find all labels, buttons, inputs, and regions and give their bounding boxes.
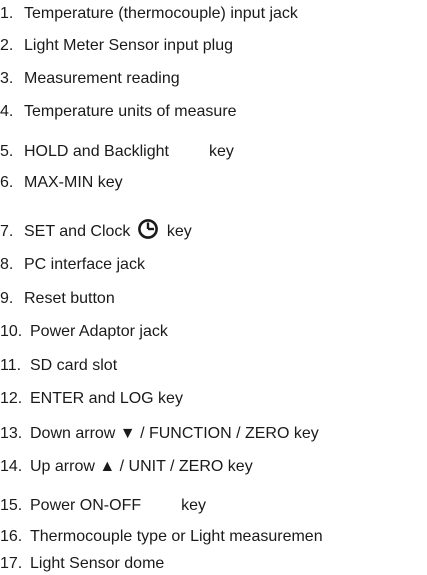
item-number: 14.: [0, 458, 23, 475]
item-text: PC interface jack: [24, 256, 145, 273]
legend-item-1: 1. Temperature (thermocouple) input jack: [0, 5, 298, 25]
item-suffix: key: [181, 497, 207, 514]
item-number: 5.: [0, 143, 14, 160]
item-text: Reset button: [24, 290, 115, 307]
legend-item-2: 2. Light Meter Sensor input plug: [0, 37, 233, 57]
item-number: 3.: [0, 70, 14, 87]
legend-item-11: 11. SD card slot: [0, 357, 117, 377]
item-text: Power Adaptor jack: [30, 323, 168, 340]
legend-item-9: 9. Reset button: [0, 290, 115, 310]
item-text: Light Meter Sensor input plug: [24, 37, 234, 54]
item-text: Light Sensor dome: [30, 555, 165, 572]
item-number: 4.: [0, 103, 14, 120]
legend-item-17: 17. Light Sensor dome: [0, 555, 164, 575]
legend-item-16: 16. Thermocouple type or Light measuremen: [0, 528, 323, 548]
item-text: Up arrow ▲ / UNIT / ZERO key: [30, 458, 253, 475]
item-text: SD card slot: [30, 357, 118, 374]
legend-item-3: 3. Measurement reading: [0, 70, 180, 90]
legend-item-15: 15. Power ON-OFF key: [0, 497, 206, 517]
item-text: HOLD and Backlight: [24, 143, 169, 160]
item-number: 9.: [0, 290, 14, 307]
item-text: Down arrow ▼ / FUNCTION / ZERO key: [30, 425, 319, 442]
item-text: Temperature (thermocouple) input jack: [24, 5, 298, 22]
legend-item-5: 5. HOLD and Backlight key: [0, 143, 234, 163]
legend-item-7: 7. SET and Clock key: [0, 218, 192, 240]
item-number: 16.: [0, 528, 23, 545]
item-text: Temperature units of measure: [24, 103, 237, 120]
legend-item-13: 13. Down arrow ▼ / FUNCTION / ZERO key: [0, 425, 319, 445]
item-text: Power ON-OFF: [30, 497, 142, 514]
item-text: Measurement reading: [24, 70, 180, 87]
item-number: 8.: [0, 256, 14, 273]
legend-item-10: 10. Power Adaptor jack: [0, 323, 168, 343]
item-number: 13.: [0, 425, 23, 442]
item-text: ENTER and LOG key: [30, 390, 183, 407]
item-number: 6.: [0, 174, 14, 191]
item-suffix: key: [166, 223, 192, 240]
item-number: 7.: [0, 223, 14, 240]
item-number: 12.: [0, 390, 23, 407]
legend-item-4: 4. Temperature units of measure: [0, 103, 237, 123]
item-text: Thermocouple type or Light measuremen: [30, 528, 323, 545]
legend-item-8: 8. PC interface jack: [0, 256, 145, 276]
item-number: 10.: [0, 323, 23, 340]
item-number: 15.: [0, 497, 23, 514]
legend-item-14: 14. Up arrow ▲ / UNIT / ZERO key: [0, 458, 253, 478]
item-text: SET and Clock: [24, 223, 131, 240]
legend-item-12: 12. ENTER and LOG key: [0, 390, 183, 410]
item-number: 11.: [0, 357, 22, 374]
clock-icon: [137, 219, 158, 239]
item-text: MAX-MIN key: [24, 174, 123, 191]
legend-list: 1. Temperature (thermocouple) input jack …: [0, 0, 427, 573]
item-number: 1.: [0, 5, 14, 22]
item-number: 2.: [0, 37, 14, 54]
item-number: 17.: [0, 555, 23, 572]
legend-item-6: 6. MAX-MIN key: [0, 174, 123, 194]
item-suffix: key: [208, 143, 234, 160]
